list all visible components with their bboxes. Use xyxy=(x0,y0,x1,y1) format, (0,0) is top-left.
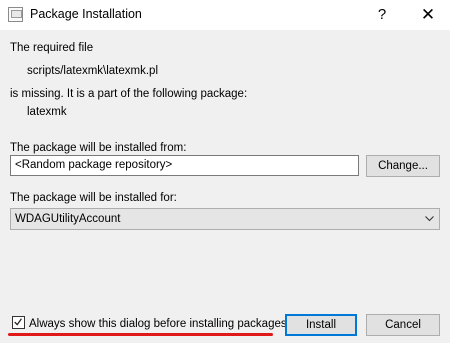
window-icon xyxy=(8,7,23,22)
install-from-label: The package will be installed from: xyxy=(10,142,187,154)
window-title: Package Installation xyxy=(30,7,142,21)
repository-field[interactable]: <Random package repository> xyxy=(10,155,359,176)
red-underline-annotation xyxy=(8,333,273,336)
package-name-text: latexmk xyxy=(27,106,67,118)
checkmark-icon xyxy=(14,318,22,326)
always-show-checkbox[interactable] xyxy=(12,316,25,329)
install-for-select[interactable]: WDAGUtilityAccount xyxy=(10,208,440,230)
install-button[interactable]: Install xyxy=(285,314,357,336)
always-show-label[interactable]: Always show this dialog before installin… xyxy=(29,318,287,330)
title-bar: Package Installation ? ✕ xyxy=(0,0,450,30)
help-button[interactable]: ? xyxy=(372,4,392,26)
file-path-text: scripts/latexmk\latexmk.pl xyxy=(27,65,159,77)
chevron-down-icon xyxy=(425,216,434,222)
close-button[interactable]: ✕ xyxy=(416,4,440,26)
change-button[interactable]: Change... xyxy=(366,155,440,177)
package-installation-dialog: Package Installation ? ✕ The required fi… xyxy=(0,0,450,343)
cancel-button[interactable]: Cancel xyxy=(366,314,440,336)
install-for-value: WDAGUtilityAccount xyxy=(15,213,121,225)
install-for-label: The package will be installed for: xyxy=(10,192,177,204)
missing-text: is missing. It is a part of the followin… xyxy=(10,88,248,100)
repository-value: <Random package repository> xyxy=(15,159,173,171)
required-file-text: The required file xyxy=(10,42,94,54)
